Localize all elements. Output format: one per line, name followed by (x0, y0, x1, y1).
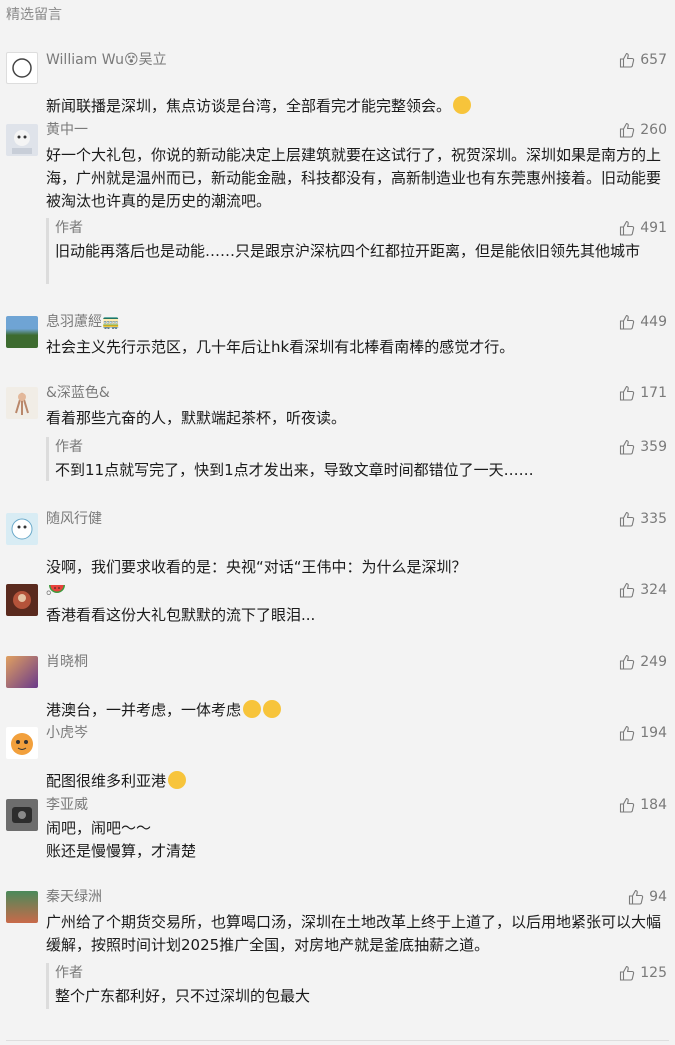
like-count: 449 (640, 314, 667, 330)
like-button[interactable]: 94 (628, 887, 667, 907)
reply-text: 整个广东都利好，只不过深圳的包最大 (55, 987, 311, 1005)
grin-emoji (263, 700, 282, 718)
comment-text: 广州给了个期货交易所，也算喝口汤，深圳在土地改革上终于上道了，以后用地紧张可以大… (46, 913, 662, 954)
comment-text: 配图很维多利亚港 (46, 747, 661, 793)
grin-emoji (453, 96, 472, 114)
like-button[interactable]: 194 (619, 723, 667, 743)
like-count: 94 (649, 889, 667, 905)
like-button[interactable]: 491 (619, 218, 667, 238)
avatar[interactable] (6, 656, 38, 688)
comment-text: 港澳台，一并考虑，一体考虑 (46, 676, 661, 722)
author-reply: 作者 491 旧动能再落后也是动能……只是跟京沪深杭四个红都拉开距离，但是能依旧… (46, 218, 675, 284)
comment-item: 小虎岑 194 配图很维多利亚港 (0, 723, 675, 790)
avatar[interactable] (6, 387, 38, 419)
like-count: 324 (640, 582, 667, 598)
like-button[interactable]: 335 (619, 509, 667, 529)
section-title: 精选留言 (6, 7, 62, 23)
nickname: William Wu😵吴立 (46, 52, 167, 68)
nickname: 随风行健 (46, 511, 102, 527)
comment-item: 。 324 香港看看这份大礼包默默的流下了眼泪... (0, 580, 675, 630)
thumbs-up-icon (620, 385, 635, 401)
avatar[interactable] (6, 891, 38, 923)
comment-item: William Wu😵吴立 657 新闻联播是深圳，焦点访谈是台湾，全部看完才能… (0, 50, 675, 115)
comment-item: 息羽藘經🚃 449 社会主义先行示范区，几十年后让hk看深圳有北棒看南棒的感觉才… (0, 312, 675, 362)
like-button[interactable]: 249 (619, 652, 667, 672)
like-count: 359 (640, 439, 667, 455)
reply-text: 不到11点就写完了，快到1点才发出来，导致文章时间都错位了一天…… (55, 461, 534, 479)
like-button[interactable]: 125 (619, 963, 667, 983)
nickname: 李亚威 (46, 797, 88, 813)
avatar[interactable] (6, 727, 38, 759)
avatar[interactable] (6, 513, 38, 545)
comment-item: 李亚威 184 闹吧，闹吧～～ 账还是慢慢算，才清楚 (0, 795, 675, 865)
comment-text: 闹吧，闹吧～～ 账还是慢慢算，才清楚 (46, 819, 197, 860)
nickname: 黄中一 (46, 122, 88, 138)
comment-text: 新闻联播是深圳，焦点访谈是台湾，全部看完才能完整领会。 (46, 72, 661, 118)
like-count: 171 (640, 385, 667, 401)
divider (6, 1040, 669, 1041)
comment-text: 看着那些亢奋的人，默默端起茶杯，听夜读。 (46, 409, 347, 427)
reply-author: 作者 (55, 220, 83, 236)
comment-item: 秦天绿洲 94 广州给了个期货交易所，也算喝口汤，深圳在土地改革上终于上道了，以… (0, 887, 675, 1037)
like-button[interactable]: 359 (619, 437, 667, 457)
nickname: &深蓝色& (46, 385, 110, 401)
thumbs-up-icon (620, 511, 635, 527)
like-button[interactable]: 657 (619, 50, 667, 70)
like-count: 194 (640, 725, 667, 741)
thumbs-up-icon (620, 52, 635, 68)
avatar[interactable] (6, 584, 38, 616)
thumbs-up-icon (620, 725, 635, 741)
nickname: 。 (46, 582, 60, 598)
thumbs-up-icon (620, 582, 635, 598)
comment-item: 随风行健 335 没啊，我们要求收看的是：央视“对话“王伟中：为什么是深圳？ (0, 509, 675, 593)
comment-text: 香港看看这份大礼包默默的流下了眼泪... (46, 606, 316, 624)
thumbs-up-icon (620, 654, 635, 670)
nickname: 小虎岑 (46, 725, 88, 741)
like-count: 335 (640, 511, 667, 527)
like-button[interactable]: 449 (619, 312, 667, 332)
avatar[interactable] (6, 316, 38, 348)
like-count: 657 (640, 52, 667, 68)
reply-text: 旧动能再落后也是动能……只是跟京沪深杭四个红都拉开距离，但是能依旧领先其他城市 (55, 242, 641, 260)
laugh-tears-emoji (168, 771, 187, 789)
like-button[interactable]: 184 (619, 795, 667, 815)
author-reply: 作者 125 整个广东都利好，只不过深圳的包最大 (46, 963, 675, 1009)
avatar[interactable] (6, 799, 38, 831)
like-count: 184 (640, 797, 667, 813)
like-count: 125 (640, 965, 667, 981)
comment-item: 肖晓桐 249 港澳台，一并考虑，一体考虑 (0, 652, 675, 719)
like-button[interactable]: 324 (619, 580, 667, 600)
nickname: 息羽藘經🚃 (46, 314, 120, 330)
reply-author: 作者 (55, 965, 83, 981)
comment-text: 好一个大礼包，你说的新动能决定上层建筑就要在这试行了，祝贺深圳。深圳如果是南方的… (46, 146, 662, 210)
thumbs-up-icon (620, 965, 635, 981)
avatar[interactable] (6, 52, 38, 84)
smile-emoji (243, 700, 262, 718)
reply-author: 作者 (55, 439, 83, 455)
thumbs-up-icon (620, 439, 635, 455)
like-count: 249 (640, 654, 667, 670)
nickname: 肖晓桐 (46, 654, 88, 670)
like-button[interactable]: 171 (619, 383, 667, 403)
comment-item: 黄中一 260 好一个大礼包，你说的新动能决定上层建筑就要在这试行了，祝贺深圳。… (0, 120, 675, 285)
thumbs-up-icon (620, 314, 635, 330)
thumbs-up-icon (620, 797, 635, 813)
thumbs-up-icon (620, 122, 635, 138)
like-button[interactable]: 260 (619, 120, 667, 140)
like-count: 491 (640, 220, 667, 236)
nickname: 秦天绿洲 (46, 889, 102, 905)
avatar[interactable] (6, 124, 38, 156)
comment-text: 社会主义先行示范区，几十年后让hk看深圳有北棒看南棒的感觉才行。 (46, 338, 515, 356)
thumbs-up-icon (620, 220, 635, 236)
like-count: 260 (640, 122, 667, 138)
comment-item: &深蓝色& 171 看着那些亢奋的人，默默端起茶杯，听夜读。 作者 359 不到… (0, 383, 675, 488)
thumbs-up-icon (629, 889, 644, 905)
author-reply: 作者 359 不到11点就写完了，快到1点才发出来，导致文章时间都错位了一天…… (46, 437, 675, 481)
